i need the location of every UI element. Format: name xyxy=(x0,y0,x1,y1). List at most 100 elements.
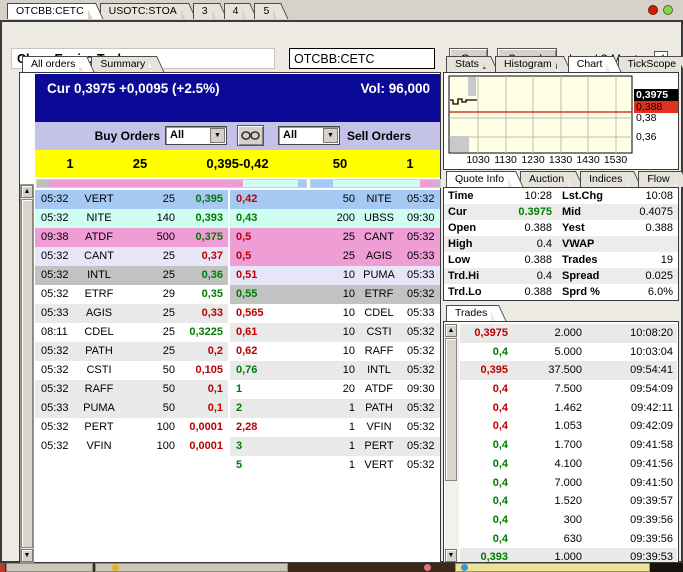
tab-usotc-stoa[interactable]: USOTC:STOA xyxy=(99,3,181,19)
ask-row-path[interactable]: 2 1 PATH 05:32 xyxy=(230,399,440,418)
bid-row-atdf[interactable]: 09:38 ATDF 500 0,375 xyxy=(35,228,228,247)
ask-row-vert[interactable]: 5 1 VERT 05:32 xyxy=(230,456,440,475)
bid-price: 0,37 xyxy=(201,250,223,262)
tab-indices[interactable]: Indices xyxy=(580,171,627,187)
orderbook-scrollbar-thumb[interactable] xyxy=(21,199,33,548)
trade-time: 09:54:41 xyxy=(630,364,673,377)
trade-row[interactable]: 0,4 1.700 09:41:58 xyxy=(460,436,677,455)
trade-row[interactable]: 0,4 1.053 09:42:09 xyxy=(460,417,677,437)
tab-auction[interactable]: Auction xyxy=(520,171,569,187)
taskbar-button[interactable] xyxy=(0,563,5,572)
trade-row[interactable]: 0,4 630 09:39:56 xyxy=(460,529,677,549)
tab-3[interactable]: 3 xyxy=(192,3,212,19)
bid-price: 0,0001 xyxy=(189,440,223,452)
bid-row-vert[interactable]: 05:32 VERT 25 0,395 xyxy=(35,190,228,209)
ask-row-nite[interactable]: 0,42 50 NITE 05:32 xyxy=(230,190,440,209)
tab-tickscope[interactable]: TickScope xyxy=(618,56,681,72)
trade-row[interactable]: 0,4 300 09:39:56 xyxy=(460,510,677,530)
bid-row-nite[interactable]: 05:32 NITE 140 0,393 xyxy=(35,209,228,228)
trade-price: 0,4 xyxy=(492,513,508,526)
trade-row[interactable]: 0,4 5.000 10:03:04 xyxy=(460,342,677,362)
bid-row-agis[interactable]: 05:33 AGIS 25 0,33 xyxy=(35,304,228,323)
ask-row-raff[interactable]: 0,62 10 RAFF 05:32 xyxy=(230,342,440,361)
tab-quote-info[interactable]: Quote Info xyxy=(446,171,509,187)
trade-row[interactable]: 0,395 37.500 09:54:41 xyxy=(460,361,677,381)
link-filters-button[interactable] xyxy=(237,125,264,146)
scroll-up-icon[interactable]: ▲ xyxy=(21,185,33,198)
bid-time: 05:32 xyxy=(41,421,69,433)
bid-row-pert[interactable]: 05:32 PERT 100 0,0001 xyxy=(35,418,228,437)
tab-flow[interactable]: Flow xyxy=(638,171,674,187)
trades-scrollbar[interactable]: ▲ ▼ xyxy=(445,324,459,562)
tab-trades[interactable]: Trades xyxy=(446,305,492,321)
tab-stats[interactable]: Stats xyxy=(446,56,483,72)
trade-row[interactable]: 0,4 7.000 09:41:50 xyxy=(460,473,677,493)
quote-value: 0.388 xyxy=(524,254,552,266)
tab-histogram[interactable]: Histogram xyxy=(494,56,556,72)
bid-row-vfin[interactable]: 05:32 VFIN 100 0,0001 xyxy=(35,437,228,456)
trade-row[interactable]: 0,4 4.100 09:41:56 xyxy=(460,454,677,474)
buy-filter-dropdown[interactable]: All ▼ xyxy=(165,126,227,145)
bid-row-csti[interactable]: 05:32 CSTI 50 0,105 xyxy=(35,361,228,380)
volume-bar xyxy=(450,136,469,152)
ask-row-cant[interactable]: 0,5 25 CANT 05:32 xyxy=(230,228,440,247)
tab-label: TickScope xyxy=(627,58,677,70)
tab-label: USOTC:STOA xyxy=(108,5,177,17)
scroll-down-icon[interactable]: ▼ xyxy=(445,549,457,562)
bid-row-cant[interactable]: 05:32 CANT 25 0,37 xyxy=(35,247,228,266)
ask-row-agis[interactable]: 0,5 25 AGIS 05:33 xyxy=(230,247,440,266)
trade-time: 09:41:50 xyxy=(630,476,673,489)
trade-time: 09:39:57 xyxy=(630,495,673,508)
ask-row-pert[interactable]: 3 1 PERT 05:32 xyxy=(230,437,440,456)
taskbar-button[interactable] xyxy=(6,563,93,572)
tab-chart[interactable]: Chart xyxy=(567,56,607,72)
bid-row-intl[interactable]: 05:32 INTL 25 0,36 xyxy=(35,266,228,285)
tab-label: All orders xyxy=(31,58,76,70)
ask-size: 10 xyxy=(342,345,355,357)
ask-size: 50 xyxy=(332,156,348,171)
bid-row-etrf[interactable]: 05:32 ETRF 29 0,35 xyxy=(35,285,228,304)
trade-row[interactable]: 0,4 7.500 09:54:09 xyxy=(460,380,677,399)
trades-scrollbar-thumb[interactable] xyxy=(445,338,457,481)
x-tick-label: 1430 xyxy=(576,154,600,166)
bid-row-puma[interactable]: 05:33 PUMA 50 0,1 xyxy=(35,399,228,418)
ask-row-atdf[interactable]: 1 20 ATDF 09:30 xyxy=(230,380,440,399)
scroll-up-icon[interactable]: ▲ xyxy=(445,324,457,337)
tab-all-orders[interactable]: All orders xyxy=(22,56,80,72)
x-tick-label: 1130 xyxy=(494,154,517,166)
tab-label: Indices xyxy=(589,173,623,185)
bid-row-cdel[interactable]: 08:11 CDEL 25 0,3225 xyxy=(35,323,228,342)
ask-time: 05:33 xyxy=(407,307,435,319)
trade-row[interactable]: 0,4 1.462 09:42:11 xyxy=(460,398,677,418)
bid-row-path[interactable]: 05:32 PATH 25 0,2 xyxy=(35,342,228,361)
tab-label: Stats xyxy=(455,58,479,70)
taskbar-button[interactable] xyxy=(95,563,288,572)
trade-row[interactable]: 0,4 1.520 09:39:57 xyxy=(460,492,677,511)
trade-row[interactable]: 0,3975 2.000 10:08:20 xyxy=(460,324,677,343)
symbol-input[interactable] xyxy=(289,48,435,69)
ask-row-intl[interactable]: 0,76 10 INTL 05:32 xyxy=(230,361,440,380)
ask-row-vfin[interactable]: 2,28 1 VFIN 05:32 xyxy=(230,418,440,437)
chart-tab-bar: Stats Histogram Chart TickScope xyxy=(446,56,683,72)
ask-row-csti[interactable]: 0,61 10 CSTI 05:32 xyxy=(230,323,440,342)
chevron-down-icon[interactable]: ▼ xyxy=(210,128,225,143)
tab-otcbb-cetc[interactable]: OTCBB:CETC xyxy=(7,3,88,19)
ask-row-etrf[interactable]: 0,55 10 ETRF 05:32 xyxy=(230,285,440,304)
ask-row-puma[interactable]: 0,51 10 PUMA 05:33 xyxy=(230,266,440,285)
trade-row[interactable]: 0,393 1.000 09:39:53 xyxy=(460,548,677,562)
ask-row-ubss[interactable]: 0,43 200 UBSS 09:30 xyxy=(230,209,440,228)
tab-5[interactable]: 5 xyxy=(254,3,274,19)
orderbook-scrollbar[interactable]: ▲ ▼ xyxy=(20,184,34,563)
tab-summary[interactable]: Summary xyxy=(91,56,150,72)
bid-price: 0,105 xyxy=(195,364,223,376)
chevron-down-icon[interactable]: ▼ xyxy=(323,128,338,143)
ask-market-maker: ETRF xyxy=(364,288,394,300)
sell-filter-dropdown[interactable]: All ▼ xyxy=(278,126,340,145)
quote-row-low: Low 0.388 Trades 19 xyxy=(444,252,678,268)
ask-row-cdel[interactable]: 0,565 10 CDEL 05:33 xyxy=(230,304,440,323)
tab-4[interactable]: 4 xyxy=(223,3,243,19)
scroll-down-icon[interactable]: ▼ xyxy=(21,549,33,562)
ask-price: 0,5 xyxy=(236,250,252,262)
taskbar-button[interactable] xyxy=(455,563,650,572)
bid-row-raff[interactable]: 05:32 RAFF 50 0,1 xyxy=(35,380,228,399)
